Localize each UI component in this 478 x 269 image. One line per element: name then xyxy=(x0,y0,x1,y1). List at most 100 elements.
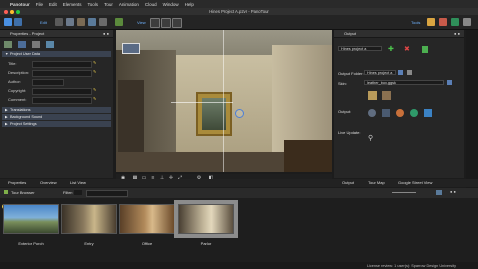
skin-label: Skin: xyxy=(338,81,347,86)
help-icon[interactable] xyxy=(451,18,459,26)
user-data-fields: Title: ✎ Description: ✎ Author: Copyrigh… xyxy=(0,58,113,106)
tour-item-office[interactable] xyxy=(119,204,175,234)
star-icon[interactable] xyxy=(427,18,435,26)
add-hotspot-icon[interactable] xyxy=(66,18,74,26)
media-properties-icon[interactable] xyxy=(32,40,40,48)
tab-overview[interactable]: Overview xyxy=(40,180,57,185)
gear-icon[interactable] xyxy=(439,18,447,26)
skin-preview-icon[interactable] xyxy=(368,91,377,100)
section-project-user-data[interactable]: ▼ Project User Data xyxy=(2,51,111,57)
output-cloud-icon[interactable] xyxy=(424,109,432,117)
panel-tabs: Properties Overview List View Output Tou… xyxy=(0,179,478,187)
description-field[interactable] xyxy=(32,70,92,77)
copyright-field[interactable] xyxy=(32,88,92,95)
comment-field[interactable] xyxy=(32,97,92,104)
pencil-icon[interactable]: ✎ xyxy=(93,69,96,74)
output-html5-icon[interactable] xyxy=(382,109,390,117)
menu-elements[interactable]: Elements xyxy=(63,2,82,7)
tab-list-view[interactable]: List View xyxy=(70,180,86,185)
hotspot-marker[interactable] xyxy=(235,109,244,118)
properties-toolbar xyxy=(0,38,113,50)
panel-options-icon[interactable]: ● ● xyxy=(450,189,456,194)
panorama-viewer[interactable] xyxy=(116,30,332,172)
view-mode-label[interactable]: View xyxy=(137,20,146,25)
section-project-settings[interactable]: ▶ Project Settings xyxy=(2,121,111,127)
add-sound-icon[interactable] xyxy=(99,18,107,26)
live-update-icon[interactable]: ⚲ xyxy=(368,134,376,142)
preview-icon[interactable] xyxy=(150,18,160,28)
section-background-sound[interactable]: ▶ Background Sound xyxy=(2,114,111,120)
output-package-icon[interactable] xyxy=(396,109,404,117)
add-polygon-icon[interactable] xyxy=(88,18,96,26)
output-preview-icon[interactable] xyxy=(172,18,182,28)
menu-cloud[interactable]: Cloud xyxy=(145,2,157,7)
menu-file[interactable]: File xyxy=(36,2,43,7)
skin-edit-icon[interactable] xyxy=(447,80,452,85)
chevron-right-icon: ▶ xyxy=(5,108,8,112)
pano-logo xyxy=(463,18,471,26)
author-field[interactable] xyxy=(32,79,64,86)
new-project-icon[interactable] xyxy=(14,18,22,26)
properties-title: Properties - Project xyxy=(10,31,45,36)
skin-select[interactable]: leather_box.ggsk xyxy=(364,80,444,85)
filter-input[interactable] xyxy=(74,190,82,195)
add-panorama-icon[interactable] xyxy=(55,18,63,26)
skin-editor-icon[interactable] xyxy=(382,91,391,100)
delete-output-icon[interactable]: ✖ xyxy=(404,45,410,53)
duplicate-output-icon[interactable] xyxy=(422,46,428,53)
close-window-button[interactable] xyxy=(4,9,8,14)
menu-help[interactable]: Help xyxy=(185,2,194,7)
open-folder-icon[interactable] xyxy=(407,70,412,75)
panel-options-icon[interactable]: ● ● xyxy=(103,30,109,37)
section-translations[interactable]: ▶ Translations xyxy=(2,107,111,113)
guide-line-vertical xyxy=(223,30,224,172)
menu-window[interactable]: Window xyxy=(163,2,179,7)
tour-item-parlor[interactable] xyxy=(174,200,238,238)
minimize-window-button[interactable] xyxy=(10,9,14,14)
thumbnail-size-slider[interactable] xyxy=(392,192,416,193)
output-panel: Output ● ● Hines project a ✚ ✖ Output Fo… xyxy=(334,30,464,178)
add-media-icon[interactable] xyxy=(77,18,85,26)
filter-dropdown[interactable] xyxy=(86,190,128,197)
tab-properties[interactable]: Properties xyxy=(8,180,26,185)
pencil-icon[interactable]: ✎ xyxy=(93,96,96,101)
zoom-window-button[interactable] xyxy=(16,9,20,14)
project-icon[interactable] xyxy=(4,18,12,26)
pencil-icon[interactable]: ✎ xyxy=(93,60,96,65)
output-folder-field[interactable]: Hines project a xyxy=(364,70,396,75)
hotspot-properties-icon[interactable] xyxy=(46,40,54,48)
title-field[interactable] xyxy=(32,61,92,68)
menu-tour[interactable]: Tour xyxy=(104,2,113,7)
tab-google-street-view[interactable]: Google Street View xyxy=(398,180,432,185)
tour-item-exterior-porch[interactable] xyxy=(3,204,59,234)
view-toggle-icon[interactable] xyxy=(436,190,442,195)
section-label: Background Sound xyxy=(10,115,43,119)
copyright-label: Copyright: xyxy=(8,88,27,93)
output-vr-icon[interactable] xyxy=(410,109,418,117)
filter-label: Filter: xyxy=(63,190,73,195)
menu-animation[interactable]: Animation xyxy=(119,2,139,7)
browser-preview-icon[interactable] xyxy=(161,18,171,28)
status-text: License review: 1 user(s): Sparrow Desig… xyxy=(366,263,456,268)
menu-edit[interactable]: Edit xyxy=(49,2,57,7)
tour-browser-icon xyxy=(4,190,8,194)
tab-tour-map[interactable]: Tour Map xyxy=(368,180,385,185)
menu-tools[interactable]: Tools xyxy=(88,2,99,7)
title-label: Title: xyxy=(8,61,17,66)
folder-icon[interactable] xyxy=(398,70,403,75)
edit-mode-label[interactable]: Edit xyxy=(40,20,47,25)
viewer-thumbnail[interactable] xyxy=(122,43,140,54)
panorama-properties-icon[interactable] xyxy=(18,40,26,48)
output-select[interactable]: Hines project a xyxy=(338,46,382,51)
project-properties-icon[interactable] xyxy=(4,40,12,48)
add-output-icon[interactable]: ✚ xyxy=(388,45,394,53)
tab-output[interactable]: Output xyxy=(342,180,354,185)
pencil-icon[interactable]: ✎ xyxy=(93,87,96,92)
tour-browser-icon[interactable] xyxy=(115,18,123,26)
output-folder-label: Output Folder: xyxy=(338,71,364,76)
menu-app[interactable]: Panotour xyxy=(10,2,30,7)
tour-item-entry[interactable] xyxy=(61,204,117,234)
tools-label[interactable]: Tools xyxy=(411,20,420,25)
output-flash-icon[interactable] xyxy=(368,109,376,117)
panel-options-icon[interactable]: ● ● xyxy=(454,30,460,37)
